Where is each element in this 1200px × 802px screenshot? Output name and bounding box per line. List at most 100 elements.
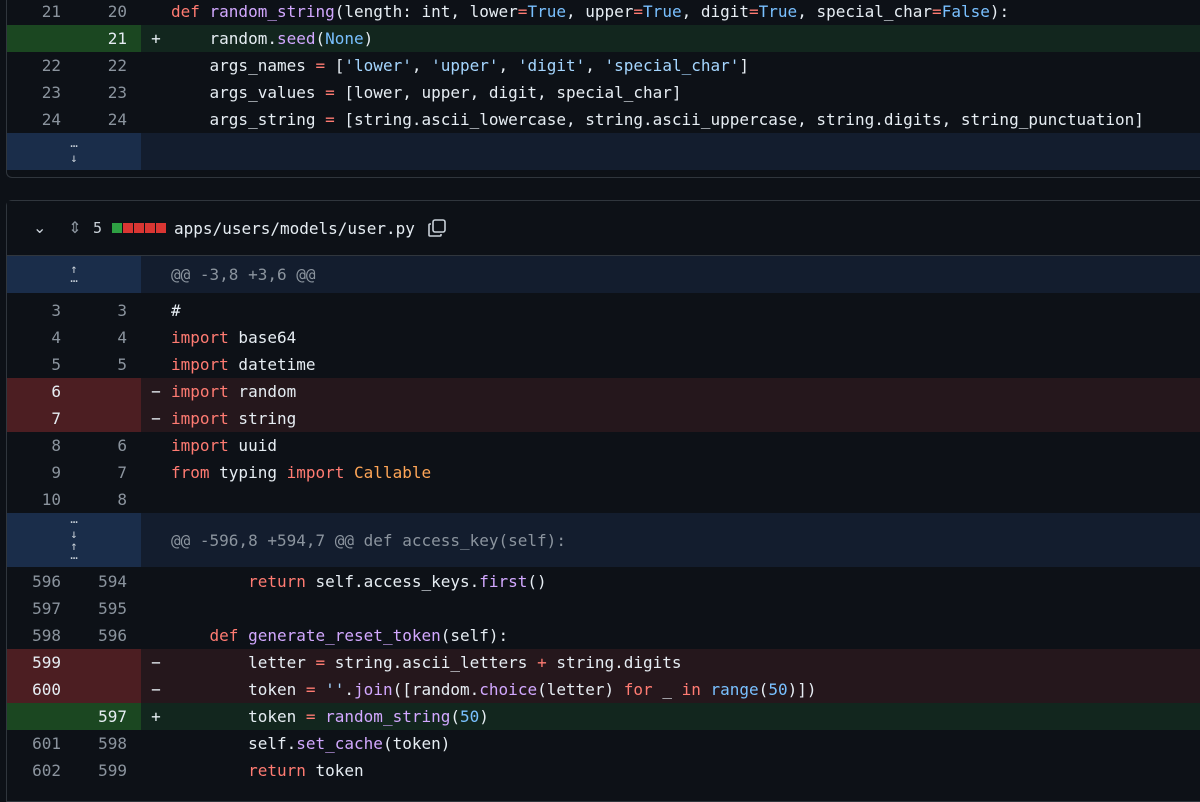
code-token: Callable [354, 463, 432, 482]
new-line-number[interactable]: 5 [71, 351, 141, 378]
new-line-number[interactable]: 595 [71, 595, 141, 622]
new-line-number[interactable] [71, 378, 141, 405]
code-token: [ [325, 56, 345, 75]
new-line-number[interactable] [71, 405, 141, 432]
code-token: 50 [460, 707, 480, 726]
hunk-header: ↑ ⋯ @@ -3,8 +3,6 @@ [7, 256, 1200, 293]
code-token: for [623, 680, 653, 699]
code-token: choice [479, 680, 538, 699]
code-token: string [228, 409, 297, 428]
new-line-number[interactable]: 4 [71, 324, 141, 351]
new-line-number[interactable]: 24 [71, 106, 141, 133]
diff-sign: − [151, 409, 161, 428]
old-line-number[interactable]: 600 [7, 676, 71, 703]
expand-down-button[interactable]: ⋯ ↓ [7, 133, 141, 170]
code-token: . [344, 680, 355, 699]
old-line-number[interactable]: 21 [7, 0, 71, 25]
context-line: 597 595 [7, 595, 1200, 622]
old-line-number[interactable]: 597 [7, 595, 71, 622]
code-text: letter = string.ascii_letters + string.d… [171, 649, 1200, 676]
code-token: import [286, 463, 345, 482]
code-token: = [633, 2, 644, 21]
old-line-number[interactable]: 9 [7, 459, 71, 486]
old-line-number[interactable]: 601 [7, 730, 71, 757]
context-line: 3 3 # [7, 297, 1200, 324]
code-token: # [171, 301, 181, 320]
old-line-number[interactable]: 598 [7, 622, 71, 649]
copy-icon[interactable] [427, 218, 447, 238]
context-line: 9 7 from typing import Callable [7, 459, 1200, 486]
old-line-number[interactable] [7, 25, 71, 52]
diff-sign [141, 486, 171, 513]
old-line-number[interactable]: 602 [7, 757, 71, 784]
expand-both-button[interactable]: ⋯ ↓ ↑ ⋯ [7, 513, 141, 567]
code-token: '' [325, 680, 345, 699]
old-line-number[interactable]: 23 [7, 79, 71, 106]
code-token: , special_char [797, 2, 933, 21]
code-token: [string.ascii_lowercase, string.ascii_up… [334, 110, 1144, 129]
file-path[interactable]: apps/users/models/user.py [174, 219, 415, 238]
new-line-number[interactable]: 597 [71, 703, 141, 730]
context-line: 601 598 self.set_cache(token) [7, 730, 1200, 757]
new-line-number[interactable]: 598 [71, 730, 141, 757]
new-line-number[interactable]: 3 [71, 297, 141, 324]
diff-sign: + [151, 707, 161, 726]
new-line-number[interactable] [71, 649, 141, 676]
old-line-number[interactable]: 4 [7, 324, 71, 351]
code-token: , digit [681, 2, 750, 21]
expand-up-button[interactable]: ↑ ⋯ [7, 256, 141, 293]
code-token: 50 [768, 680, 788, 699]
hunk-header-text: @@ -596,8 +594,7 @@ def access_key(self)… [171, 530, 566, 550]
new-line-number[interactable]: 22 [71, 52, 141, 79]
context-line: 21 20 def random_string(length: int, lower… [7, 0, 1200, 25]
diff-sign [141, 622, 171, 649]
code-token: (self): [440, 626, 509, 645]
new-line-number[interactable]: 599 [71, 757, 141, 784]
added-line: 597 + token = random_string(50) [7, 703, 1200, 730]
new-line-number[interactable] [71, 676, 141, 703]
old-line-number[interactable]: 6 [7, 378, 71, 405]
old-line-number[interactable]: 5 [7, 351, 71, 378]
collapse-chevron-icon[interactable]: ⌄ [33, 218, 53, 238]
deleted-line: 6 − import random [7, 378, 1200, 405]
new-line-number[interactable]: 7 [71, 459, 141, 486]
old-line-number[interactable]: 7 [7, 405, 71, 432]
old-line-number[interactable]: 8 [7, 432, 71, 459]
code-token: seed [276, 29, 316, 48]
new-line-number[interactable]: 8 [71, 486, 141, 513]
code-token: [lower, upper, digit, special_char] [334, 83, 682, 102]
new-line-number[interactable]: 21 [71, 25, 141, 52]
diff-sign [141, 351, 171, 378]
code-token: , [585, 56, 605, 75]
old-line-number[interactable]: 599 [7, 649, 71, 676]
new-line-number[interactable]: 596 [71, 622, 141, 649]
code-token: 'digit' [517, 56, 586, 75]
new-line-number[interactable]: 23 [71, 79, 141, 106]
expand-all-icon[interactable]: ⇕ [67, 218, 83, 238]
old-line-number[interactable] [7, 703, 71, 730]
code-token: string.digits [546, 653, 682, 672]
diff-rows: 3 3 #4 4 import base64 5 5 import datetime 6− imp… [7, 293, 1200, 513]
code-token: = [749, 2, 759, 21]
code-text: token = ''.join([random.choice(letter) f… [171, 676, 1200, 703]
code-token: args_values [171, 83, 326, 102]
code-token: (length: int, lower [334, 2, 518, 21]
new-line-number[interactable]: 20 [71, 0, 141, 25]
old-line-number[interactable]: 22 [7, 52, 71, 79]
old-line-number[interactable]: 3 [7, 297, 71, 324]
code-token: in [681, 680, 701, 699]
new-line-number[interactable]: 6 [71, 432, 141, 459]
context-line: 24 24 args_string = [string.ascii_lowerca… [7, 106, 1200, 133]
context-line: 598 596 def generate_reset_token(self): [7, 622, 1200, 649]
old-line-number[interactable]: 10 [7, 486, 71, 513]
code-token: self. [171, 734, 297, 753]
new-line-number[interactable]: 594 [71, 568, 141, 595]
old-line-number[interactable]: 596 [7, 568, 71, 595]
code-token: uuid [228, 436, 277, 455]
old-line-number[interactable]: 24 [7, 106, 71, 133]
